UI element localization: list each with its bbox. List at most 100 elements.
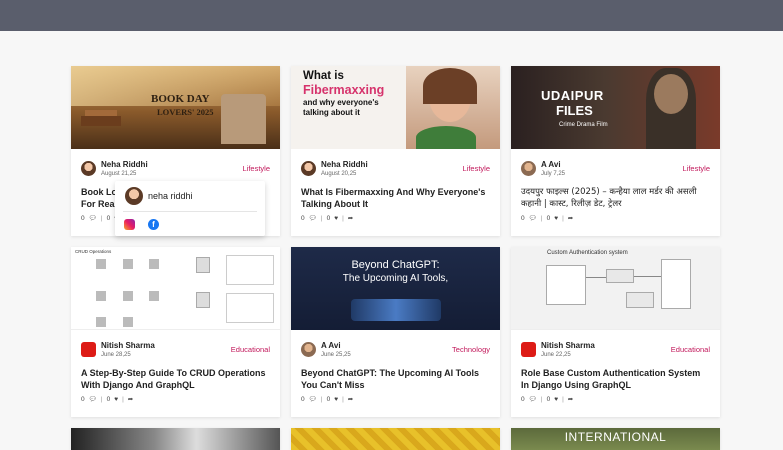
stats-divider: |: [562, 395, 564, 403]
thumbnail-caption: UDAIPUR: [541, 88, 604, 103]
comment-count: 0: [81, 214, 85, 222]
category-link[interactable]: Lifestyle: [682, 164, 710, 173]
blog-card[interactable]: UDAIPUR FILES Crime Drama Film A Avi Jul…: [511, 66, 720, 236]
category-link[interactable]: Technology: [452, 345, 490, 354]
avatar[interactable]: [521, 161, 536, 176]
blog-card[interactable]: [291, 428, 500, 450]
thumbnail-caption: and why everyone's: [303, 98, 379, 107]
card-meta: A Avi July 7,25 Lifestyle: [521, 160, 710, 182]
like-count: 0: [326, 395, 331, 403]
share-icon[interactable]: ➦: [348, 395, 353, 403]
card-thumbnail[interactable]: Beyond ChatGPT: The Upcoming AI Tools,: [291, 247, 500, 330]
like-count: 0: [326, 214, 331, 222]
popup-author-name[interactable]: neha riddhi: [148, 191, 193, 201]
heart-icon[interactable]: ♥: [114, 396, 118, 403]
author-name[interactable]: Neha Riddhi: [101, 160, 148, 169]
comment-icon[interactable]: 💬︎: [89, 214, 97, 222]
card-thumbnail[interactable]: INTERNATIONAL: [511, 428, 720, 450]
category-link[interactable]: Lifestyle: [242, 164, 270, 173]
avatar[interactable]: [125, 187, 143, 205]
blog-card[interactable]: What is Fibermaxxing and why everyone's …: [291, 66, 500, 236]
thumbnail-caption: INTERNATIONAL: [564, 430, 667, 444]
post-stats: 0 💬︎ | 0 ♥ | ➦: [81, 395, 133, 404]
thumbnail-caption: The Upcoming AI Tools,: [342, 273, 449, 284]
stats-divider: |: [540, 395, 543, 403]
stats-divider: |: [562, 214, 564, 222]
card-thumbnail[interactable]: BOOK DAY LOVERS' 2025: [71, 66, 280, 149]
thumbnail-caption: FILES: [556, 103, 593, 118]
stats-divider: |: [540, 214, 543, 222]
card-thumbnail[interactable]: [71, 428, 280, 450]
post-date: June 25,25: [321, 352, 351, 358]
angular-logo-icon[interactable]: [521, 342, 536, 357]
card-thumbnail[interactable]: [291, 428, 500, 450]
blog-card[interactable]: CRUD Operations Nitish Sharma June 28,25…: [71, 247, 280, 417]
post-title[interactable]: Beyond ChatGPT: The Upcoming AI Tools Yo…: [301, 367, 490, 391]
heart-icon[interactable]: ♥: [554, 396, 558, 403]
heart-icon[interactable]: ♥: [334, 215, 338, 222]
share-icon[interactable]: ➦: [128, 395, 133, 403]
author-name[interactable]: Nitish Sharma: [101, 341, 155, 350]
author-name[interactable]: Neha Riddhi: [321, 160, 368, 169]
instagram-icon[interactable]: [124, 219, 135, 230]
card-meta: A Avi June 25,25 Technology: [301, 341, 490, 363]
blog-card[interactable]: [71, 428, 280, 450]
comment-icon[interactable]: 💬︎: [309, 395, 317, 403]
like-count: 0: [546, 395, 551, 403]
comment-icon[interactable]: 💬︎: [529, 214, 537, 222]
heart-icon[interactable]: ♥: [554, 215, 558, 222]
like-count: 0: [106, 395, 111, 403]
thumbnail-caption: CRUD Operations: [75, 249, 112, 254]
category-link[interactable]: Lifestyle: [462, 164, 490, 173]
post-stats: 0 💬︎ | 0 ♥ | ➦: [521, 214, 573, 223]
stats-divider: |: [342, 214, 344, 222]
category-link[interactable]: Educational: [231, 345, 270, 354]
post-date: June 28,25: [101, 352, 131, 358]
avatar[interactable]: [301, 342, 316, 357]
top-navigation-bar: [0, 0, 783, 31]
angular-logo-icon[interactable]: [81, 342, 96, 357]
thumbnail-caption: Crime Drama Film: [559, 122, 608, 128]
share-icon[interactable]: ➦: [348, 214, 353, 222]
card-meta: Nitish Sharma June 22,25 Educational: [521, 341, 710, 363]
post-date: June 22,25: [541, 352, 571, 358]
comment-icon[interactable]: 💬︎: [529, 395, 537, 403]
like-count: 0: [546, 214, 551, 222]
author-name[interactable]: A Avi: [321, 341, 341, 350]
author-name[interactable]: A Avi: [541, 160, 561, 169]
post-title[interactable]: A Step-By-Step Guide To CRUD Operations …: [81, 367, 270, 391]
share-icon[interactable]: ➦: [568, 395, 573, 403]
post-stats: 0 💬︎ | 0 ♥: [81, 214, 118, 223]
post-title[interactable]: Role Base Custom Authentication System I…: [521, 367, 710, 391]
heart-icon[interactable]: ♥: [334, 396, 338, 403]
stats-divider: |: [122, 395, 124, 403]
comment-count: 0: [521, 395, 525, 403]
thumbnail-caption: BOOK DAY: [151, 93, 210, 105]
category-link[interactable]: Educational: [671, 345, 710, 354]
thumbnail-caption: What is: [303, 70, 344, 82]
thumbnail-caption: talking about it: [303, 108, 360, 117]
card-thumbnail[interactable]: Custom Authentication system: [511, 247, 720, 330]
blog-card[interactable]: INTERNATIONAL: [511, 428, 720, 450]
stats-divider: |: [342, 395, 344, 403]
comment-count: 0: [301, 214, 305, 222]
comment-icon[interactable]: 💬︎: [89, 395, 97, 403]
card-thumbnail[interactable]: UDAIPUR FILES Crime Drama Film: [511, 66, 720, 149]
post-title[interactable]: उदयपुर फाइल्स (2025) – कन्हैया लाल मर्डर…: [521, 186, 710, 210]
blog-card[interactable]: Custom Authentication system Nitish Shar…: [511, 247, 720, 417]
blog-card[interactable]: Beyond ChatGPT: The Upcoming AI Tools, A…: [291, 247, 500, 417]
post-date: August 21,25: [101, 171, 137, 177]
avatar[interactable]: [81, 161, 96, 176]
like-count: 0: [106, 214, 111, 222]
stats-divider: |: [100, 214, 103, 222]
comment-count: 0: [521, 214, 525, 222]
post-title[interactable]: What Is Fibermaxxing And Why Everyone's …: [301, 186, 490, 210]
author-name[interactable]: Nitish Sharma: [541, 341, 595, 350]
comment-icon[interactable]: 💬︎: [309, 214, 317, 222]
share-icon[interactable]: ➦: [568, 214, 573, 222]
card-thumbnail[interactable]: What is Fibermaxxing and why everyone's …: [291, 66, 500, 149]
post-stats: 0 💬︎ | 0 ♥ | ➦: [301, 395, 353, 404]
card-thumbnail[interactable]: CRUD Operations: [71, 247, 280, 330]
facebook-icon[interactable]: f: [148, 219, 159, 230]
avatar[interactable]: [301, 161, 316, 176]
